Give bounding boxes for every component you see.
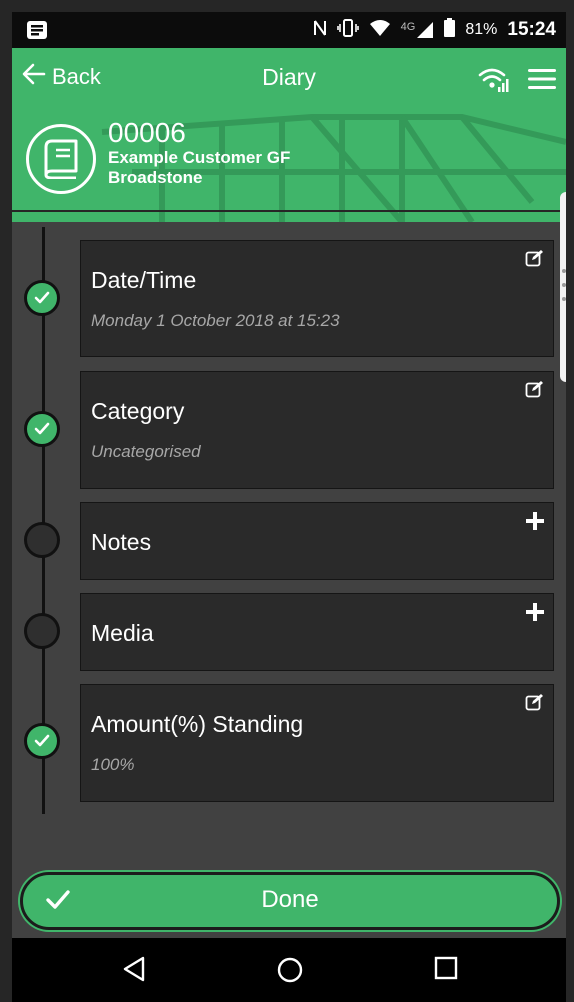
field-label: Amount(%) Standing [91, 711, 304, 737]
checkmark-icon [24, 280, 60, 316]
job-reference: 00006 [108, 117, 186, 148]
field-value: Uncategorised [91, 442, 201, 461]
nav-recents-icon[interactable] [434, 956, 458, 985]
checkmark-icon [24, 723, 60, 759]
nfc-icon [313, 19, 327, 42]
customer-name: Example Customer GF [108, 148, 291, 167]
network-type: 4G [400, 21, 416, 33]
field-card-date-time[interactable]: Date/Time Monday 1 October 2018 at 15:23 [80, 240, 554, 357]
done-button[interactable]: Done [20, 872, 560, 930]
site-location: Broadstone [108, 168, 203, 187]
status-bar: 4G 81% 15:24 [12, 12, 566, 48]
field-label: Category [91, 398, 185, 424]
hamburger-menu-icon[interactable] [528, 68, 556, 95]
vibrate-icon [336, 18, 359, 42]
field-label: Notes [91, 529, 152, 555]
field-card-amount-standing[interactable]: Amount(%) Standing 100% [80, 684, 554, 802]
nav-home-icon[interactable] [276, 956, 304, 989]
plus-icon[interactable] [525, 511, 545, 536]
checkmark-icon [24, 411, 60, 447]
edit-icon[interactable] [525, 249, 545, 272]
signal-icon: 4G [401, 21, 435, 39]
empty-status-circle [24, 522, 60, 558]
field-label: Media [91, 620, 154, 646]
plus-icon[interactable] [525, 602, 545, 627]
field-card-category[interactable]: Category Uncategorised [80, 371, 554, 489]
drag-handle-icon [562, 269, 566, 301]
field-card-notes[interactable]: Notes [80, 502, 554, 580]
clock: 15:24 [507, 19, 556, 40]
field-card-media[interactable]: Media [80, 593, 554, 671]
done-label: Done [261, 886, 319, 913]
job-header: 00006 Example Customer GF Broadstone [12, 112, 566, 222]
battery-icon [444, 18, 456, 42]
nav-back-icon[interactable] [122, 956, 146, 987]
edit-icon[interactable] [525, 693, 545, 716]
wifi-status-icon [369, 19, 391, 42]
field-label: Date/Time [91, 267, 197, 293]
battery-percent: 81% [465, 21, 498, 38]
system-nav-bar [12, 938, 566, 1002]
field-value: 100% [91, 755, 135, 774]
empty-status-circle [24, 613, 60, 649]
field-value: Monday 1 October 2018 at 15:23 [91, 311, 340, 330]
notification-icon [26, 20, 48, 45]
edit-icon[interactable] [525, 380, 545, 403]
diary-book-icon [26, 124, 96, 194]
phone-screen: 4G 81% 15:24 Back Diary 00006 Example Cu… [12, 12, 566, 1002]
divider [12, 210, 566, 212]
connection-status-icon[interactable] [478, 65, 510, 98]
app-bar: Back Diary [12, 48, 566, 112]
